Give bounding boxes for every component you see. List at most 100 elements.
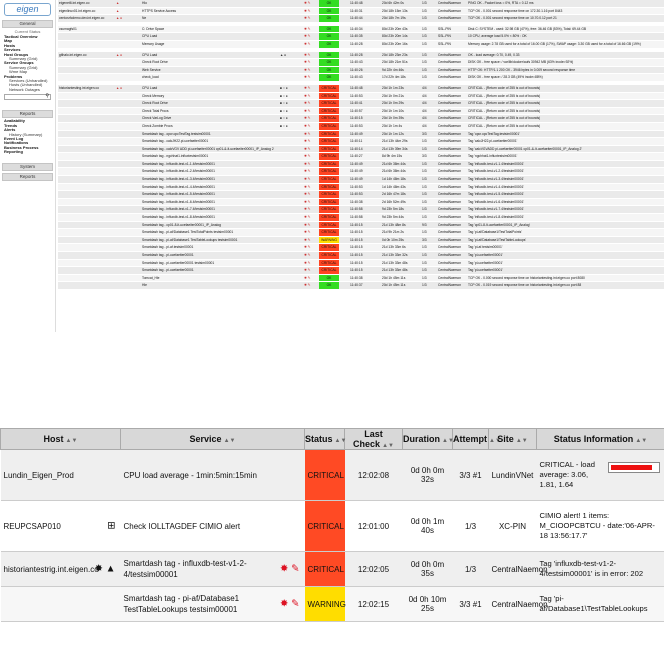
service-link[interactable]: Smartdash tag - influxdb-test-v1-2-4/tes… bbox=[124, 558, 302, 580]
service-link[interactable]: Check Root Drive bbox=[142, 59, 292, 66]
action-icons[interactable]: ✸ ✎ bbox=[304, 176, 316, 183]
service-link[interactable]: Check Root Drive bbox=[142, 100, 292, 107]
host-link[interactable] bbox=[59, 199, 115, 206]
action-icons[interactable]: ✸ ✎ bbox=[304, 199, 316, 206]
service-link[interactable]: Smartdash tag - influxdb-test-v1-7.4/tes… bbox=[142, 206, 292, 213]
service-link[interactable]: Smartdash tag - opcr.opcTestTag.testsim0… bbox=[142, 131, 292, 138]
host-link[interactable]: historiantesting.int.eigen.co bbox=[59, 85, 115, 92]
service-link[interactable]: Smartdash tag - ngchhat1.influxtestsim00… bbox=[142, 153, 292, 160]
action-icons[interactable]: ✸ ✎ bbox=[304, 67, 316, 74]
service-link[interactable]: Smartdash tag - cp01-8-lt-ucefaeiter0000… bbox=[142, 222, 292, 229]
host-link[interactable]: REUPCSAP010 bbox=[4, 522, 61, 531]
host-link[interactable] bbox=[59, 67, 115, 74]
action-icons[interactable]: ✸ ✎ bbox=[304, 8, 316, 15]
sidebar-item[interactable]: Network Outages bbox=[0, 87, 55, 92]
host-link[interactable]: historiantestrig.int.eigen.co bbox=[4, 565, 99, 574]
action-icons[interactable]: ✸ ✎ bbox=[304, 275, 316, 282]
host-link[interactable] bbox=[59, 260, 115, 267]
action-icons[interactable]: ✸ ✎ bbox=[304, 41, 316, 48]
host-link[interactable] bbox=[59, 214, 115, 221]
action-icons[interactable]: ✸ ✎ bbox=[304, 237, 316, 244]
host-link[interactable] bbox=[59, 282, 115, 289]
host-link[interactable]: csumagfs01 bbox=[59, 26, 115, 33]
host-link[interactable]: eigenet6.int.eigen.co bbox=[59, 0, 115, 7]
service-link[interactable]: CPU load average - 1min:5min:15min bbox=[124, 470, 287, 481]
service-link[interactable]: Check Total Procs bbox=[142, 108, 292, 115]
action-icons[interactable]: ✸ ✎ bbox=[304, 123, 316, 130]
action-icons[interactable]: ✸ ✎ bbox=[304, 161, 316, 168]
action-icons[interactable]: ✸ ✎ bbox=[304, 222, 316, 229]
service-link[interactable]: Web Service bbox=[142, 67, 292, 74]
host-link[interactable] bbox=[59, 161, 115, 168]
action-icons[interactable]: ✸ ✎ bbox=[304, 26, 316, 33]
host-link[interactable] bbox=[59, 275, 115, 282]
system-header[interactable]: System bbox=[2, 162, 53, 171]
service-link[interactable]: check_load bbox=[142, 74, 292, 81]
service-link[interactable]: Smartdash tag - influxdb-test-v1-6.4/tes… bbox=[142, 199, 292, 206]
service-link[interactable]: Check IOLLTAGDEF CIMIO alert bbox=[124, 521, 271, 532]
host-status-icons[interactable]: ⊞ bbox=[107, 521, 115, 532]
host-link[interactable] bbox=[59, 115, 115, 122]
service-link[interactable]: CPU Load bbox=[142, 85, 292, 92]
service-link[interactable]: Smartdash tag - calcJH22.pi-ucefaeiter00… bbox=[142, 138, 292, 145]
service-action-icons[interactable]: ✸ ✎ bbox=[280, 599, 300, 610]
service-link[interactable]: Smartdash tag - pi-af.testsim00001 bbox=[142, 244, 292, 251]
service-link[interactable]: Hlo bbox=[142, 0, 292, 7]
service-link[interactable]: Smartdash tag - pi-af/Database1 TestTabl… bbox=[124, 593, 302, 615]
service-link[interactable]: Smartdash tag - influxdb-test-v1-8.4/tes… bbox=[142, 214, 292, 221]
service-link[interactable]: Smartdash tag - pi-ucefaeiter00001 bbox=[142, 267, 292, 274]
search-icon[interactable]: ⚲ bbox=[45, 93, 49, 99]
action-icons[interactable]: ✸ ✎ bbox=[304, 214, 316, 221]
host-link[interactable] bbox=[59, 41, 115, 48]
service-link[interactable]: Smartdash tag - pi-af/Database1 TestTota… bbox=[142, 229, 292, 236]
reports-header[interactable]: Reports bbox=[2, 110, 53, 119]
service-link[interactable]: Smartdash tag - influxdb-test-v1-5.4/tes… bbox=[142, 191, 292, 198]
action-icons[interactable]: ✸ ✎ bbox=[304, 146, 316, 153]
service-link[interactable]: Smartdash tag - calcVGV ADD pi-ucefaeite… bbox=[142, 146, 292, 153]
host-link[interactable] bbox=[59, 222, 115, 229]
action-icons[interactable]: ✸ ✎ bbox=[304, 0, 316, 7]
col-header-service[interactable]: Service ▲▼ bbox=[120, 428, 305, 450]
col-header-duration[interactable]: Duration ▲▼ bbox=[402, 428, 454, 450]
action-icons[interactable]: ✸ ✎ bbox=[304, 244, 316, 251]
host-link[interactable]: eigenlinux01.int.eigen.co bbox=[59, 8, 115, 15]
action-icons[interactable]: ✸ ✎ bbox=[304, 229, 316, 236]
service-link[interactable]: Smartdash tag - influxdb-test-v1-2.4/tes… bbox=[142, 168, 292, 175]
service-link[interactable]: HTTPS Service Access bbox=[142, 8, 292, 15]
action-icons[interactable]: ✸ ✎ bbox=[304, 100, 316, 107]
host-link[interactable] bbox=[59, 252, 115, 259]
host-link[interactable] bbox=[59, 108, 115, 115]
col-header-host[interactable]: Host ▲▼ bbox=[0, 428, 121, 450]
action-icons[interactable]: ✸ ✎ bbox=[304, 153, 316, 160]
host-link[interactable] bbox=[59, 206, 115, 213]
action-icons[interactable]: ✸ ✎ bbox=[304, 267, 316, 274]
host-link[interactable] bbox=[59, 267, 115, 274]
action-icons[interactable]: ✸ ✎ bbox=[304, 74, 316, 81]
host-link[interactable] bbox=[59, 244, 115, 251]
action-icons[interactable]: ✸ ✎ bbox=[304, 191, 316, 198]
action-icons[interactable]: ✸ ✎ bbox=[304, 184, 316, 191]
host-link[interactable] bbox=[59, 131, 115, 138]
service-link[interactable]: Smartdash tag - influxdb-test-v1-4.4/tes… bbox=[142, 184, 292, 191]
action-icons[interactable]: ✸ ✎ bbox=[304, 93, 316, 100]
perfdata-bar[interactable] bbox=[607, 462, 660, 473]
general-header[interactable]: General bbox=[2, 20, 53, 28]
host-link[interactable]: githalo.int.eigen.co bbox=[59, 52, 115, 59]
host-link[interactable] bbox=[59, 146, 115, 153]
service-link[interactable]: Smartdash tag - pi-ucefaeiter00001 tests… bbox=[142, 260, 292, 267]
host-link[interactable] bbox=[59, 168, 115, 175]
host-link[interactable] bbox=[59, 74, 115, 81]
service-link[interactable]: Hle bbox=[142, 282, 292, 289]
action-icons[interactable]: ✸ ✎ bbox=[304, 52, 316, 59]
host-link[interactable] bbox=[59, 138, 115, 145]
action-icons[interactable]: ✸ ✎ bbox=[304, 85, 316, 92]
action-icons[interactable]: ✸ ✎ bbox=[304, 282, 316, 289]
search-input[interactable]: ⚲ bbox=[4, 93, 51, 101]
action-icons[interactable]: ✸ ✎ bbox=[304, 206, 316, 213]
service-link[interactable]: Memory Usage bbox=[142, 41, 292, 48]
action-icons[interactable]: ✸ ✎ bbox=[304, 115, 316, 122]
host-link[interactable] bbox=[59, 191, 115, 198]
col-header-status[interactable]: Status ▲▼ bbox=[304, 428, 346, 450]
host-link[interactable] bbox=[59, 93, 115, 100]
host-link[interactable] bbox=[59, 100, 115, 107]
